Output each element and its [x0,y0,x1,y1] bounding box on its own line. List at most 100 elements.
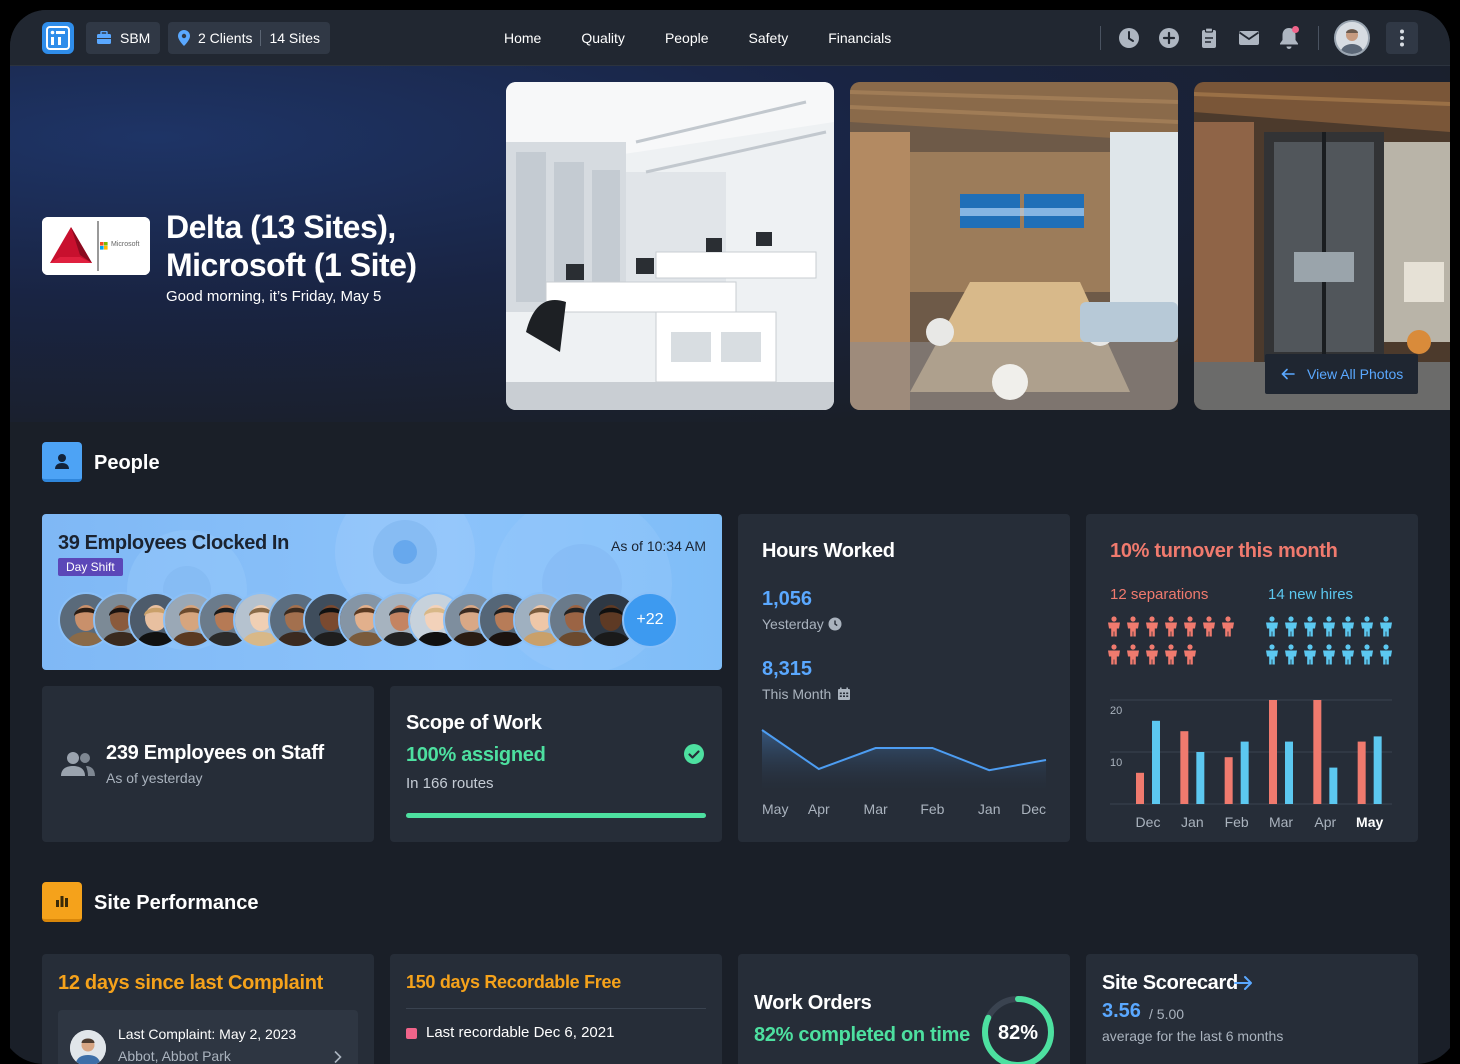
bar-hires [1373,736,1382,804]
nav-quality[interactable]: Quality [581,10,625,66]
person-icon [1285,644,1297,665]
last-complaint-row[interactable]: Last Complaint: May 2, 2023 Abbot, Abbot… [58,1010,358,1064]
x-tick-label: Dec [1136,814,1161,830]
scorecard-subtitle: average for the last 6 months [1102,1028,1284,1044]
chip-divider [260,30,262,46]
app-logo[interactable] [42,22,74,54]
complaint-title: 12 days since last Complaint [58,972,324,994]
complainant-avatar-image [70,1030,106,1064]
hours-month-value: 8,315 [762,658,813,680]
x-tick-label: May [1356,814,1383,830]
person-icon [1127,644,1139,665]
recordable-title: 150 days Recordable Free [406,972,621,992]
bar-separations [1313,700,1322,804]
more-vertical-icon [1400,29,1404,47]
shift-badge: Day Shift [58,558,123,576]
x-tick-label: Apr [1314,814,1336,830]
scope-of-work-card[interactable]: Scope of Work 100% assigned In 166 route… [390,686,722,842]
site-photo-office[interactable] [506,82,834,410]
clipboard-icon[interactable] [1195,24,1223,52]
person-icon [1108,644,1120,665]
mail-icon[interactable] [1235,24,1263,52]
recordable-marker [406,1028,417,1039]
app-logo-icon [46,26,70,50]
hours-worked-title: Hours Worked [762,540,895,562]
complainant-avatar [70,1030,106,1064]
scope-routes: In 166 routes [406,775,494,792]
hours-axis-label: Dec [1021,801,1046,817]
last-complaint-date: Last Complaint: May 2, 2023 [118,1026,297,1042]
person-icon [1285,616,1297,637]
plus-circle-icon[interactable] [1155,24,1183,52]
person-icon [1323,616,1335,637]
hours-yesterday-value: 1,056 [762,588,813,610]
work-orders-card[interactable]: Work Orders 82% completed on time 82% [738,954,1070,1064]
nav-safety[interactable]: Safety [749,10,789,66]
person-icon [1165,644,1177,665]
staff-count-title: 239 Employees on Staff [106,742,324,764]
more-employees-badge[interactable]: +22 [622,592,678,648]
site-scorecard-card[interactable]: Site Scorecard 3.56 / 5.00 average for t… [1086,954,1418,1064]
person-icon [1146,616,1158,637]
org-selector[interactable]: SBM [86,22,161,54]
separations-label: 12 separations [1110,586,1209,603]
person-icon [1342,644,1354,665]
work-orders-percent: 82% [998,1022,1039,1044]
scope-assigned: 100% assigned [406,744,546,766]
site-photo-conference[interactable] [850,82,1178,410]
bar-separations [1224,757,1233,804]
bar-separations [1136,772,1144,804]
employees-clocked-in-card[interactable]: 39 Employees Clocked In Day Shift As of … [42,514,722,670]
bar-separations [1180,731,1189,804]
bell-icon[interactable] [1275,24,1303,52]
person-icon [1108,616,1120,637]
nav-home[interactable]: Home [504,10,541,66]
user-avatar-image [1336,22,1368,54]
nav-people[interactable]: People [665,10,709,66]
hours-axis-label: Feb [920,801,944,817]
hours-axis-label: Mar [864,801,888,817]
greeting: Good morning, it’s Friday, May 5 [166,288,382,305]
person-icon [1361,644,1373,665]
work-orders-completed: 82% completed on time [754,1024,970,1046]
clock-icon [828,617,842,631]
nav-financials[interactable]: Financials [828,10,891,66]
site-performance-section-icon [42,882,82,922]
toolbar-divider [1318,26,1319,50]
complaint-card[interactable]: 12 days since last Complaint Last Compla… [42,954,374,1064]
clock-icon[interactable] [1115,24,1143,52]
user-avatar[interactable] [1334,20,1370,56]
bar-hires [1240,741,1249,804]
hours-month-label: This Month [762,686,832,702]
map-pin-icon [178,30,190,46]
x-tick-label: Jan [1181,814,1204,830]
conference-photo-image [850,82,1178,410]
hours-axis-label: Jan [978,801,1001,817]
location-selector[interactable]: 2 Clients 14 Sites [168,22,331,54]
person-icon [1266,616,1278,637]
view-all-photos-button[interactable]: View All Photos [1265,354,1418,394]
more-menu-button[interactable] [1386,22,1418,54]
person-icon [1184,616,1196,637]
hours-worked-card[interactable]: Hours Worked 1,056 Yesterday 8,315 This … [738,514,1070,842]
person-icon [1222,616,1234,637]
org-name: SBM [120,30,151,46]
arrow-right-icon[interactable] [1234,975,1254,991]
bar-hires [1285,741,1293,804]
bar-hires [1329,767,1338,804]
scope-title: Scope of Work [406,712,542,734]
microsoft-wordmark: Microsoft [111,241,140,248]
chevron-right-icon [334,1050,342,1064]
person-icon [1304,616,1316,637]
device-frame: SBM 2 Clients 14 Sites Home Quality Peop… [0,0,1460,1064]
new-hires-label: 14 new hires [1268,586,1354,603]
work-orders-title: Work Orders [754,992,872,1014]
employees-on-staff-card[interactable]: 239 Employees on Staff As of yesterday [42,686,374,842]
hours-yesterday-label: Yesterday [762,616,824,632]
sites-count: 14 Sites [269,30,321,46]
recordable-free-card[interactable]: 150 days Recordable Free Last recordable… [390,954,722,1064]
turnover-card[interactable]: 10% turnover this month 12 separations 1… [1086,514,1418,842]
app-screen: SBM 2 Clients 14 Sites Home Quality Peop… [10,10,1450,1064]
bar-hires [1152,720,1160,804]
last-recordable: Last recordable Dec 6, 2021 [426,1024,615,1041]
